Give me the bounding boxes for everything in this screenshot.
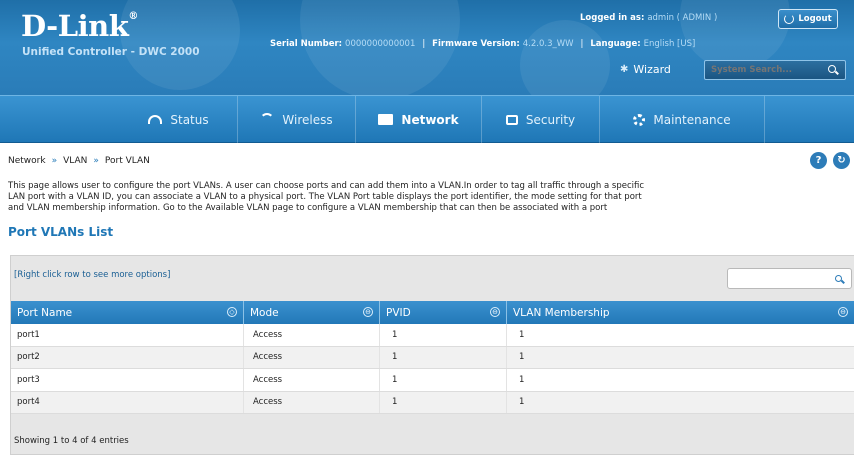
cell-pvid: 1 (380, 346, 507, 368)
table-body: port1 Access 1 1 port2 Access 1 1 port3 … (11, 324, 854, 414)
cell-pvid: 1 (380, 324, 507, 346)
breadcrumb-port-vlan: Port VLAN (104, 156, 150, 166)
table-entries-status: Showing 1 to 4 of 4 entries (14, 436, 129, 446)
serial-number: 0000000000001 (345, 39, 416, 49)
sort-icon[interactable]: ◇ (227, 307, 237, 317)
cell-mode: Access (244, 369, 380, 391)
firmware-version: 4.2.0.3_WW (522, 39, 574, 49)
column-header-pvid[interactable]: PVID ⊖ (380, 301, 507, 324)
nav-security[interactable]: Security (482, 96, 600, 143)
nav-network[interactable]: Network (356, 96, 482, 143)
help-icon[interactable]: ? (810, 152, 827, 169)
cell-pvid: 1 (380, 391, 507, 413)
magic-wand-icon: ✱ (620, 64, 629, 75)
cell-vlan-membership: 1 (519, 329, 525, 340)
cell-pvid: 1 (380, 369, 507, 391)
power-icon (784, 14, 795, 24)
section-title: Port VLANs List (8, 225, 114, 239)
device-info: Serial Number: 0000000000001 | Firmware … (270, 39, 696, 49)
user-name: admin ( ADMIN ) (647, 13, 718, 23)
cell-port-name: port2 (11, 346, 244, 368)
table-search-input[interactable] (727, 268, 852, 289)
cell-port-name: port4 (11, 391, 244, 413)
language-link[interactable]: English [US] (644, 39, 696, 49)
refresh-icon[interactable]: ↻ (833, 152, 850, 169)
table-row[interactable]: port2 Access 1 1 (11, 346, 854, 369)
table-row[interactable]: port1 Access 1 1 (11, 324, 854, 347)
cell-mode: Access (244, 324, 380, 346)
cell-port-name: port1 (11, 324, 244, 346)
right-click-hint: [Right click row to see more options] (14, 270, 171, 280)
cell-vlan-membership: 1 (519, 397, 525, 408)
network-icon (378, 114, 394, 125)
cell-vlan-membership: 1 (519, 374, 525, 385)
breadcrumb-arrow-icon: » (93, 156, 99, 166)
nav-wireless[interactable]: Wireless (238, 96, 356, 143)
breadcrumb-arrow-icon: » (51, 156, 58, 166)
cell-mode: Access (244, 346, 380, 368)
system-search-input[interactable] (704, 60, 846, 80)
breadcrumb: Network » VLAN » Port VLAN (8, 156, 150, 166)
column-header-port-name[interactable]: Port Name ◇ (11, 301, 244, 324)
logout-button[interactable]: Logout (778, 9, 838, 29)
column-header-mode[interactable]: Mode ⊖ (244, 301, 380, 324)
sort-icon[interactable]: ⊖ (363, 307, 373, 317)
nav-status[interactable]: Status (120, 96, 238, 143)
table-row[interactable]: port3 Access 1 1 (11, 369, 854, 392)
gear-icon (633, 113, 646, 126)
product-name: Unified Controller - DWC 2000 (22, 46, 200, 58)
search-icon[interactable] (835, 275, 842, 282)
search-icon[interactable] (828, 65, 836, 73)
table-header: Port Name ◇ Mode ⊖ PVID ⊖ VLAN Membershi… (11, 301, 854, 324)
sort-icon[interactable]: ⊖ (490, 307, 500, 317)
breadcrumb-vlan[interactable]: VLAN (63, 156, 87, 166)
table-row[interactable]: port4 Access 1 1 (11, 391, 854, 414)
page-description: This page allows user to configure the p… (8, 181, 645, 213)
cell-port-name: port3 (11, 369, 244, 391)
breadcrumb-network[interactable]: Network (8, 156, 46, 166)
column-header-vlan-membership[interactable]: VLAN Membership ⊖ (507, 301, 854, 324)
cell-vlan-membership: 1 (519, 352, 525, 363)
main-nav: Status Wireless Network Security Mainten… (0, 95, 854, 143)
dlink-logo: D-Link® (21, 9, 138, 43)
cell-mode: Access (244, 391, 380, 413)
nav-maintenance[interactable]: Maintenance (600, 96, 765, 143)
wizard-link[interactable]: ✱ Wizard (620, 63, 671, 76)
status-icon (148, 115, 163, 124)
lock-icon (505, 114, 518, 125)
sort-icon[interactable]: ⊖ (838, 307, 848, 317)
header-banner: D-Link® Unified Controller - DWC 2000 Se… (0, 0, 854, 95)
logged-in-info: Logged in as: admin ( ADMIN ) (580, 13, 718, 23)
wifi-icon (260, 112, 275, 127)
